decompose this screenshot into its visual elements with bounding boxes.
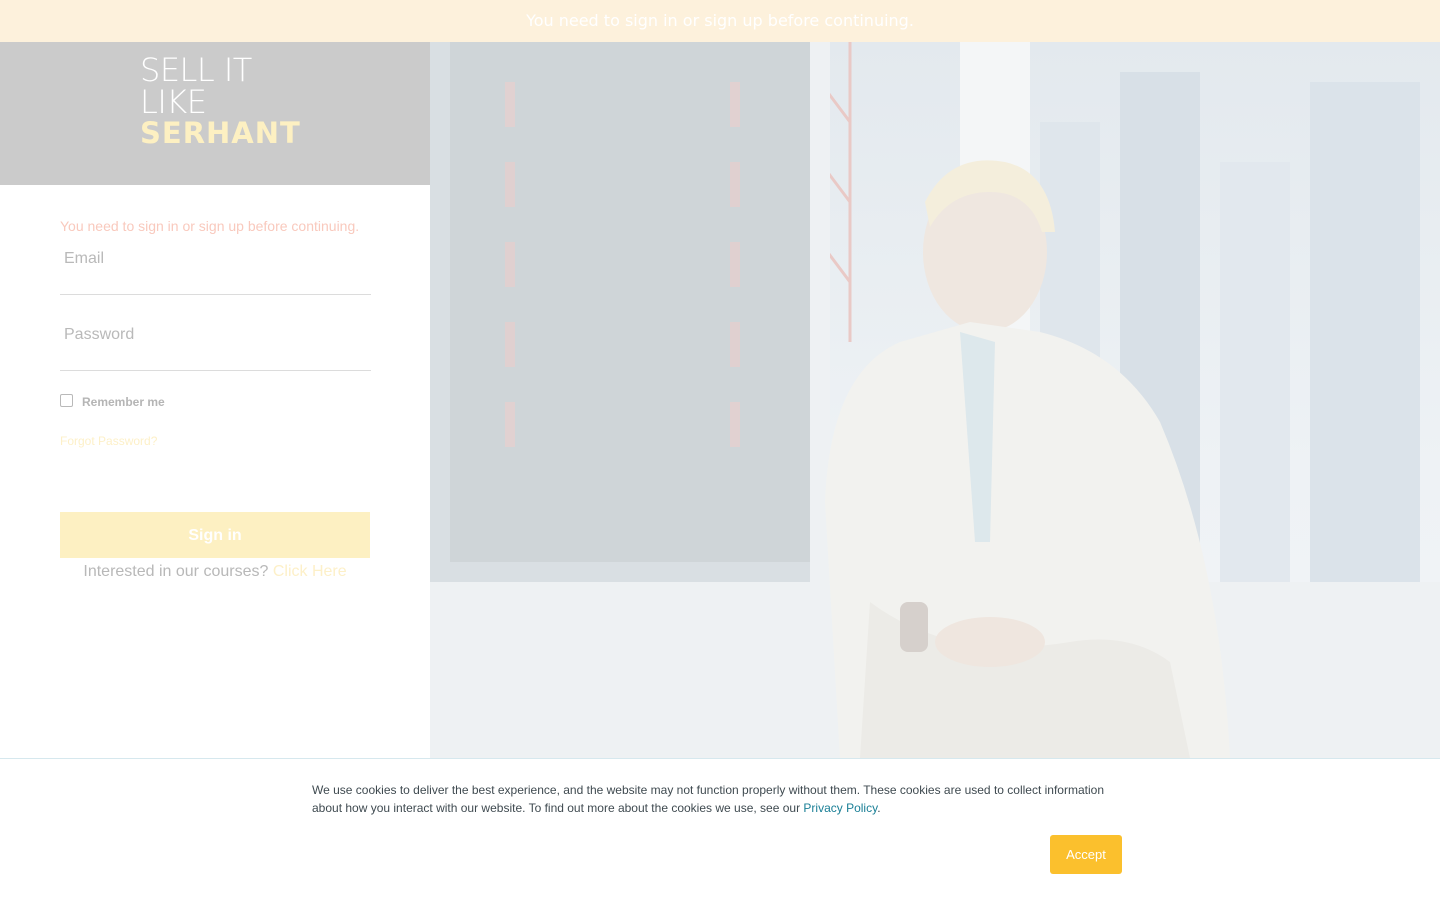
privacy-policy-link[interactable]: Privacy Policy (803, 801, 877, 815)
login-panel: SELL IT LIKE SERHANT You need to sign in… (0, 42, 430, 758)
hero-photo-illustration (430, 42, 1440, 758)
logo-line-2: SERHANT (140, 116, 301, 150)
cookie-text: We use cookies to deliver the best exper… (312, 781, 1132, 817)
password-field (60, 322, 371, 371)
forgot-password-link[interactable]: Forgot Password? (60, 434, 157, 448)
hero-image (430, 42, 1440, 758)
remember-me-label[interactable]: Remember me (82, 395, 165, 409)
signin-alert: You need to sign in or sign up before co… (60, 218, 360, 234)
password-input[interactable] (60, 326, 368, 344)
accept-cookies-button[interactable]: Accept (1050, 835, 1122, 874)
logo[interactable]: SELL IT LIKE SERHANT (140, 54, 300, 148)
sign-in-button[interactable]: Sign in (60, 512, 370, 558)
cookie-banner: We use cookies to deliver the best exper… (0, 758, 1440, 901)
logo-band: SELL IT LIKE SERHANT (0, 42, 430, 185)
email-field (60, 246, 371, 295)
cookie-text-end: . (877, 801, 881, 815)
cookie-description: We use cookies to deliver the best exper… (312, 783, 1104, 815)
flash-banner: You need to sign in or sign up before co… (0, 0, 1440, 42)
logo-line-1: SELL IT LIKE (140, 51, 252, 121)
courses-prompt: Interested in our courses? Click Here (0, 563, 430, 581)
courses-text: Interested in our courses? (83, 563, 269, 580)
remember-me: Remember me (60, 391, 165, 409)
courses-link[interactable]: Click Here (273, 563, 347, 580)
email-input[interactable] (60, 250, 368, 268)
remember-me-checkbox[interactable] (60, 393, 73, 407)
